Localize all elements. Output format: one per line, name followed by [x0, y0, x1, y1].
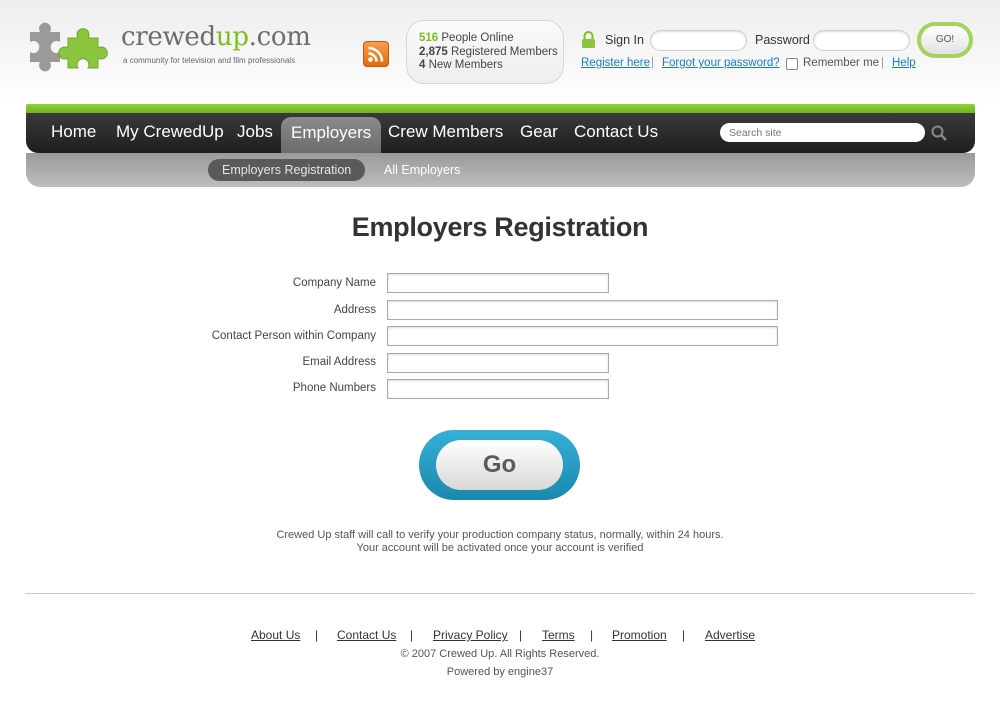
logo-wordmark: crewedup.com: [121, 22, 311, 52]
login-go-button[interactable]: GO!: [917, 22, 973, 58]
address-input[interactable]: [387, 300, 778, 320]
nav-gear[interactable]: Gear: [510, 113, 568, 153]
footer-separator: |: [410, 628, 414, 642]
subnav-employers-registration[interactable]: Employers Registration: [208, 159, 366, 181]
login-go-label: GO!: [921, 26, 969, 54]
forgot-password-link[interactable]: Forgot your password?: [662, 57, 780, 69]
nav-jobs[interactable]: Jobs: [227, 113, 283, 153]
footer-about-us[interactable]: About Us: [251, 628, 300, 642]
footer-divider: [25, 593, 975, 594]
nav-my-crewedup[interactable]: My CrewedUp: [106, 113, 234, 153]
help-link[interactable]: Help: [892, 57, 916, 69]
submit-go-button[interactable]: Go: [419, 430, 580, 500]
phone-numbers-label: Phone Numbers: [292, 382, 376, 394]
site-logo[interactable]: crewedup.com a community for television …: [24, 18, 314, 82]
nav-home[interactable]: Home: [41, 113, 106, 153]
nav-employers[interactable]: Employers: [281, 117, 382, 153]
logo-tagline: a community for television and film prof…: [123, 56, 296, 65]
submit-go-label: Go: [436, 440, 563, 490]
footer-privacy-policy[interactable]: Privacy Policy: [433, 628, 508, 642]
contact-person-input[interactable]: [387, 326, 778, 346]
contact-person-label: Contact Person within Company: [211, 330, 376, 342]
search-input[interactable]: [720, 123, 925, 142]
company-name-label: Company Name: [292, 277, 376, 289]
nav-contact-us[interactable]: Contact Us: [564, 113, 668, 153]
password-label: Password: [755, 33, 810, 47]
subnav-all-employers[interactable]: All Employers: [370, 159, 474, 181]
stat-online: 516 People Online: [419, 32, 514, 44]
footer-promotion[interactable]: Promotion: [612, 628, 667, 642]
footer-separator: |: [519, 628, 523, 642]
link-separator: |: [651, 57, 654, 69]
remember-me-label: Remember me: [803, 57, 880, 69]
stat-registered: 2,875 Registered Members: [419, 45, 558, 58]
sign-in-label: Sign In: [605, 33, 644, 47]
puzzle-logo-icon: [30, 22, 108, 72]
stat-new-members: 4 New Members: [419, 59, 503, 71]
email-address-label: Email Address: [302, 356, 376, 368]
lock-icon: [582, 31, 595, 48]
footer-separator: |: [590, 628, 594, 642]
rss-icon[interactable]: [363, 41, 389, 67]
footer-advertise[interactable]: Advertise: [705, 628, 755, 642]
address-label: Address: [333, 304, 376, 316]
footer-terms[interactable]: Terms: [542, 628, 575, 642]
site-stats-box: 516 People Online 2,875 Registered Membe…: [406, 20, 564, 84]
footer-powered-by: Powered by engine37: [446, 666, 554, 678]
verification-note-line1: Crewed Up staff will call to verify your…: [276, 529, 724, 541]
link-separator: |: [881, 57, 884, 69]
search-icon[interactable]: [930, 124, 948, 142]
sub-nav: [26, 153, 975, 187]
email-address-input[interactable]: [387, 353, 609, 373]
remember-me-checkbox[interactable]: [786, 58, 798, 70]
register-link[interactable]: Register here: [581, 57, 650, 69]
footer-separator: |: [315, 628, 319, 642]
password-input[interactable]: [813, 30, 910, 51]
username-input[interactable]: [650, 30, 747, 51]
phone-numbers-input[interactable]: [387, 379, 609, 399]
page-title: Employers Registration: [351, 212, 649, 242]
footer-contact-us[interactable]: Contact Us: [337, 628, 396, 642]
nav-crew-members[interactable]: Crew Members: [378, 113, 513, 153]
verification-note-line2: Your account will be activated once your…: [356, 542, 644, 554]
footer-separator: |: [682, 628, 686, 642]
footer-copyright: © 2007 Crewed Up. All Rights Reserved.: [400, 648, 600, 660]
company-name-input[interactable]: [387, 273, 609, 293]
